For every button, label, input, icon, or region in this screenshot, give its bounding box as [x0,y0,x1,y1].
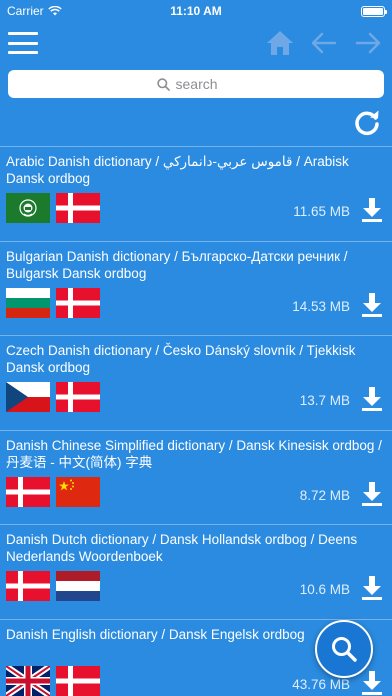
search-bar [0,64,392,98]
list-item[interactable]: Bulgarian Danish dictionary / Българско-… [0,242,392,336]
item-flags [6,382,100,412]
carrier-label: Carrier [7,4,44,18]
search-fab-button[interactable] [315,620,373,678]
nav-icons [266,29,382,57]
item-flags [6,571,100,601]
arrow-right-icon [355,32,381,54]
back-button[interactable] [310,29,338,57]
search-icon [156,77,170,91]
file-size: 14.53 MB [292,298,350,314]
home-icon [267,31,293,55]
flag-czech-icon [6,382,50,412]
search-icon [332,637,357,662]
item-flags [6,476,100,507]
refresh-icon[interactable] [352,107,382,137]
file-size: 43.76 MB [292,676,350,692]
file-size: 10.6 MB [299,582,350,597]
flag-denmark-icon [56,665,100,696]
list-item[interactable]: Danish Chinese Simplified dictionary / D… [0,431,392,525]
battery-icon [361,5,387,17]
menu-button[interactable] [8,32,38,54]
download-icon[interactable] [360,292,384,318]
item-title: Danish Chinese Simplified dictionary / D… [6,437,382,470]
battery-indicator [361,5,387,17]
file-size: 13.7 MB [299,393,350,408]
download-icon[interactable] [360,575,384,601]
flag-arab-league-icon [6,193,50,223]
flag-bulgaria-icon [6,287,50,318]
home-button[interactable] [266,29,294,57]
flag-netherlands-icon [56,571,100,601]
arrow-left-icon [311,32,337,54]
list-item[interactable]: Arabic Danish dictionary / قاموس عربي-دا… [0,147,392,242]
flag-denmark-icon [56,382,100,412]
flag-denmark-icon [6,571,50,601]
status-bar: Carrier 11:10 AM [0,0,392,22]
item-flags [6,287,100,318]
download-icon[interactable] [360,481,384,507]
dictionary-list: Arabic Danish dictionary / قاموس عربي-دا… [0,146,392,696]
toolbar [0,22,392,64]
flag-china-icon [56,476,100,507]
list-item[interactable]: Danish Dutch dictionary / Dansk Hollands… [0,525,392,620]
flag-denmark-icon [56,287,100,318]
item-title: Danish Dutch dictionary / Dansk Hollands… [6,532,358,564]
flag-denmark-icon [56,193,100,223]
download-icon[interactable] [360,386,384,412]
download-icon[interactable] [360,197,384,223]
status-time: 11:10 AM [170,4,222,18]
wifi-icon [47,6,62,16]
forward-button[interactable] [354,29,382,57]
flag-denmark-icon [6,476,50,507]
flag-uk-icon [6,665,50,696]
file-size: 8.72 MB [299,487,350,503]
carrier-info: Carrier [7,4,62,18]
item-title: Czech Danish dictionary / Česko Dánský s… [6,343,356,375]
search-input[interactable] [175,76,236,92]
file-size: 11.65 MB [293,204,350,219]
item-title: Arabic Danish dictionary / قاموس عربي-دا… [6,154,349,186]
list-item[interactable]: Czech Danish dictionary / Česko Dánský s… [0,336,392,431]
refresh-row [0,98,392,146]
item-flags [6,665,100,696]
item-flags [6,193,100,223]
item-title: Bulgarian Danish dictionary / Българско-… [6,248,348,281]
search-box[interactable] [8,70,384,98]
download-icon[interactable] [360,670,384,696]
